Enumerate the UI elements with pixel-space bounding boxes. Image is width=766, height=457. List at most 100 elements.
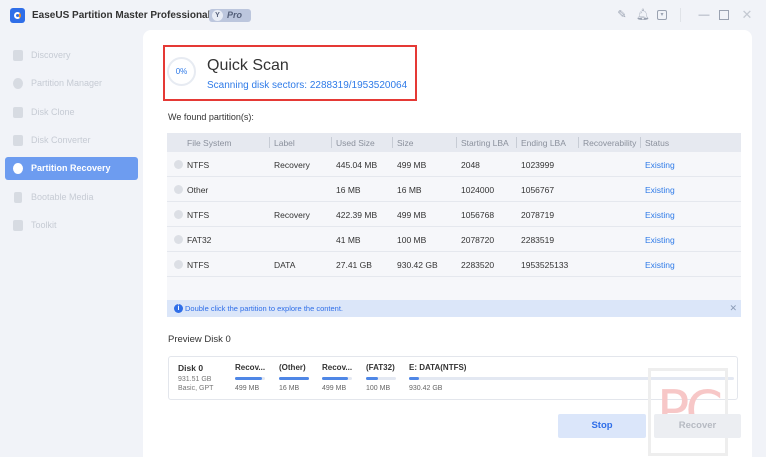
column-header[interactable]: File System xyxy=(187,138,231,148)
app-logo-icon xyxy=(10,8,25,23)
status-link[interactable]: Existing xyxy=(645,260,675,270)
table-cell: 1024000 xyxy=(461,185,495,195)
status-link[interactable]: Existing xyxy=(645,160,675,170)
row-checkbox[interactable] xyxy=(174,185,183,194)
table-cell: 100 MB xyxy=(397,235,427,245)
status-link[interactable]: Existing xyxy=(645,235,675,245)
partition-table: File System Label Used Size Size Starting LB… xyxy=(167,133,741,317)
close-info-icon[interactable]: ✕ xyxy=(729,300,737,317)
column-header[interactable]: Size xyxy=(397,138,414,148)
table-cell: NTFS xyxy=(187,260,210,270)
sidebar-item-discovery[interactable]: Discovery xyxy=(5,44,138,67)
pro-badge: Pro xyxy=(209,9,251,22)
table-cell: Recovery xyxy=(274,160,310,170)
sidebar-item-label: Toolkit xyxy=(31,220,57,230)
title-bar: EaseUS Partition Master Professional Edi… xyxy=(0,0,766,30)
table-cell: 2283520 xyxy=(461,260,495,270)
table-row[interactable]: FAT32 41 MB 100 MB 2078720 2283519 Existing xyxy=(167,227,741,252)
close-icon[interactable]: ✕ xyxy=(741,8,753,21)
stop-button[interactable]: Stop xyxy=(558,414,646,438)
table-cell: 499 MB xyxy=(397,210,427,220)
partition-size: 16 MB xyxy=(279,385,300,392)
partition-size: 499 MB xyxy=(235,385,260,392)
column-header[interactable]: Ending LBA xyxy=(521,138,566,148)
table-row[interactable]: NTFS Recovery 422.39 MB 499 MB 1056768 207871… xyxy=(167,202,741,227)
sidebar-item-toolkit[interactable]: Toolkit xyxy=(5,214,138,237)
table-cell: 1953525133 xyxy=(521,260,569,270)
info-bar: i Double click the partition to explore … xyxy=(167,300,741,317)
partition-usage-bar xyxy=(366,377,396,380)
partition-name: Recov... xyxy=(322,363,353,372)
table-cell: 16 MB xyxy=(397,185,422,195)
partition-usage-fill xyxy=(366,377,379,380)
info-text: Double click the partition to explore th… xyxy=(185,304,344,313)
disk-type: Basic, GPT xyxy=(178,385,214,392)
status-link[interactable]: Existing xyxy=(645,185,675,195)
table-cell: 2078719 xyxy=(521,210,555,220)
disk-size: 931.51 GB xyxy=(178,376,212,383)
converter-icon xyxy=(13,135,23,146)
table-cell: 1056768 xyxy=(461,210,495,220)
sidebar-item-disk-converter[interactable]: Disk Converter xyxy=(5,129,138,152)
table-cell: FAT32 xyxy=(187,235,212,245)
table-row[interactable]: Other 16 MB 16 MB 1024000 1056767 Existing xyxy=(167,177,741,202)
table-cell: Other xyxy=(187,185,209,195)
column-separator xyxy=(331,137,332,148)
sidebar-item-disk-clone[interactable]: Disk Clone xyxy=(5,101,138,124)
table-cell: 16 MB xyxy=(336,185,361,195)
column-header[interactable]: Starting LBA xyxy=(461,138,509,148)
table-cell: DATA xyxy=(274,260,296,270)
feedback-icon[interactable]: ✎ xyxy=(616,9,628,21)
table-cell: 422.39 MB xyxy=(336,210,378,220)
sidebar-item-label: Partition Manager xyxy=(31,78,103,88)
row-checkbox[interactable] xyxy=(174,260,183,269)
table-cell: 27.41 GB xyxy=(336,260,372,270)
maximize-icon[interactable] xyxy=(719,10,729,20)
sidebar-item-label: Disk Converter xyxy=(31,135,91,145)
bell-icon[interactable]: 🔔︎ xyxy=(636,9,650,21)
table-cell: Recovery xyxy=(274,210,310,220)
sidebar-item-partition-manager[interactable]: Partition Manager xyxy=(5,72,138,95)
partition-usage-fill xyxy=(409,377,419,380)
sidebar-item-label: Discovery xyxy=(31,50,71,60)
sidebar-item-label: Partition Recovery xyxy=(31,163,111,173)
scan-highlight-box xyxy=(163,45,417,101)
column-header[interactable]: Recoverability xyxy=(583,138,636,148)
sidebar-item-partition-recovery[interactable]: Partition Recovery xyxy=(5,157,138,180)
row-checkbox[interactable] xyxy=(174,160,183,169)
column-separator xyxy=(516,137,517,148)
column-header[interactable]: Status xyxy=(645,138,669,148)
partition-name: Recov... xyxy=(235,363,266,372)
recover-button[interactable]: Recover xyxy=(654,414,741,438)
column-separator xyxy=(269,137,270,148)
clone-icon xyxy=(13,107,23,118)
table-cell: NTFS xyxy=(187,160,210,170)
table-cell: 1023999 xyxy=(521,160,555,170)
scan-status: Scanning disk sectors: 2288319/195352006… xyxy=(207,80,408,91)
column-header[interactable]: Used Size xyxy=(336,138,375,148)
partition-name: (Other) xyxy=(279,363,306,372)
row-checkbox[interactable] xyxy=(174,210,183,219)
row-checkbox[interactable] xyxy=(174,235,183,244)
disk-partition[interactable]: (Other) 16 MB xyxy=(279,363,309,392)
partition-usage-fill xyxy=(279,377,309,380)
table-cell: 1056767 xyxy=(521,185,555,195)
disk-partition[interactable]: Recov... 499 MB xyxy=(235,363,265,392)
partition-usage-fill xyxy=(235,377,262,380)
partition-usage-bar xyxy=(322,377,352,380)
column-separator xyxy=(640,137,641,148)
status-link[interactable]: Existing xyxy=(645,210,675,220)
table-row[interactable]: NTFS DATA 27.41 GB 930.42 GB 2283520 19535251… xyxy=(167,252,741,277)
info-icon: i xyxy=(174,304,183,313)
download-icon[interactable]: ▾ xyxy=(657,10,667,20)
column-header[interactable]: Label xyxy=(274,138,295,148)
partition-size: 100 MB xyxy=(366,385,391,392)
sidebar-item-bootable-media[interactable]: Bootable Media xyxy=(5,186,138,209)
table-cell: 499 MB xyxy=(397,160,427,170)
disk-partition[interactable]: (FAT32) 100 MB xyxy=(366,363,396,392)
table-cell: 41 MB xyxy=(336,235,361,245)
disk-partition[interactable]: Recov... 499 MB xyxy=(322,363,352,392)
minimize-icon[interactable]: — xyxy=(698,9,710,21)
table-row[interactable]: NTFS Recovery 445.04 MB 499 MB 2048 1023999 Ex… xyxy=(167,152,741,177)
found-label: We found partition(s): xyxy=(168,112,254,122)
